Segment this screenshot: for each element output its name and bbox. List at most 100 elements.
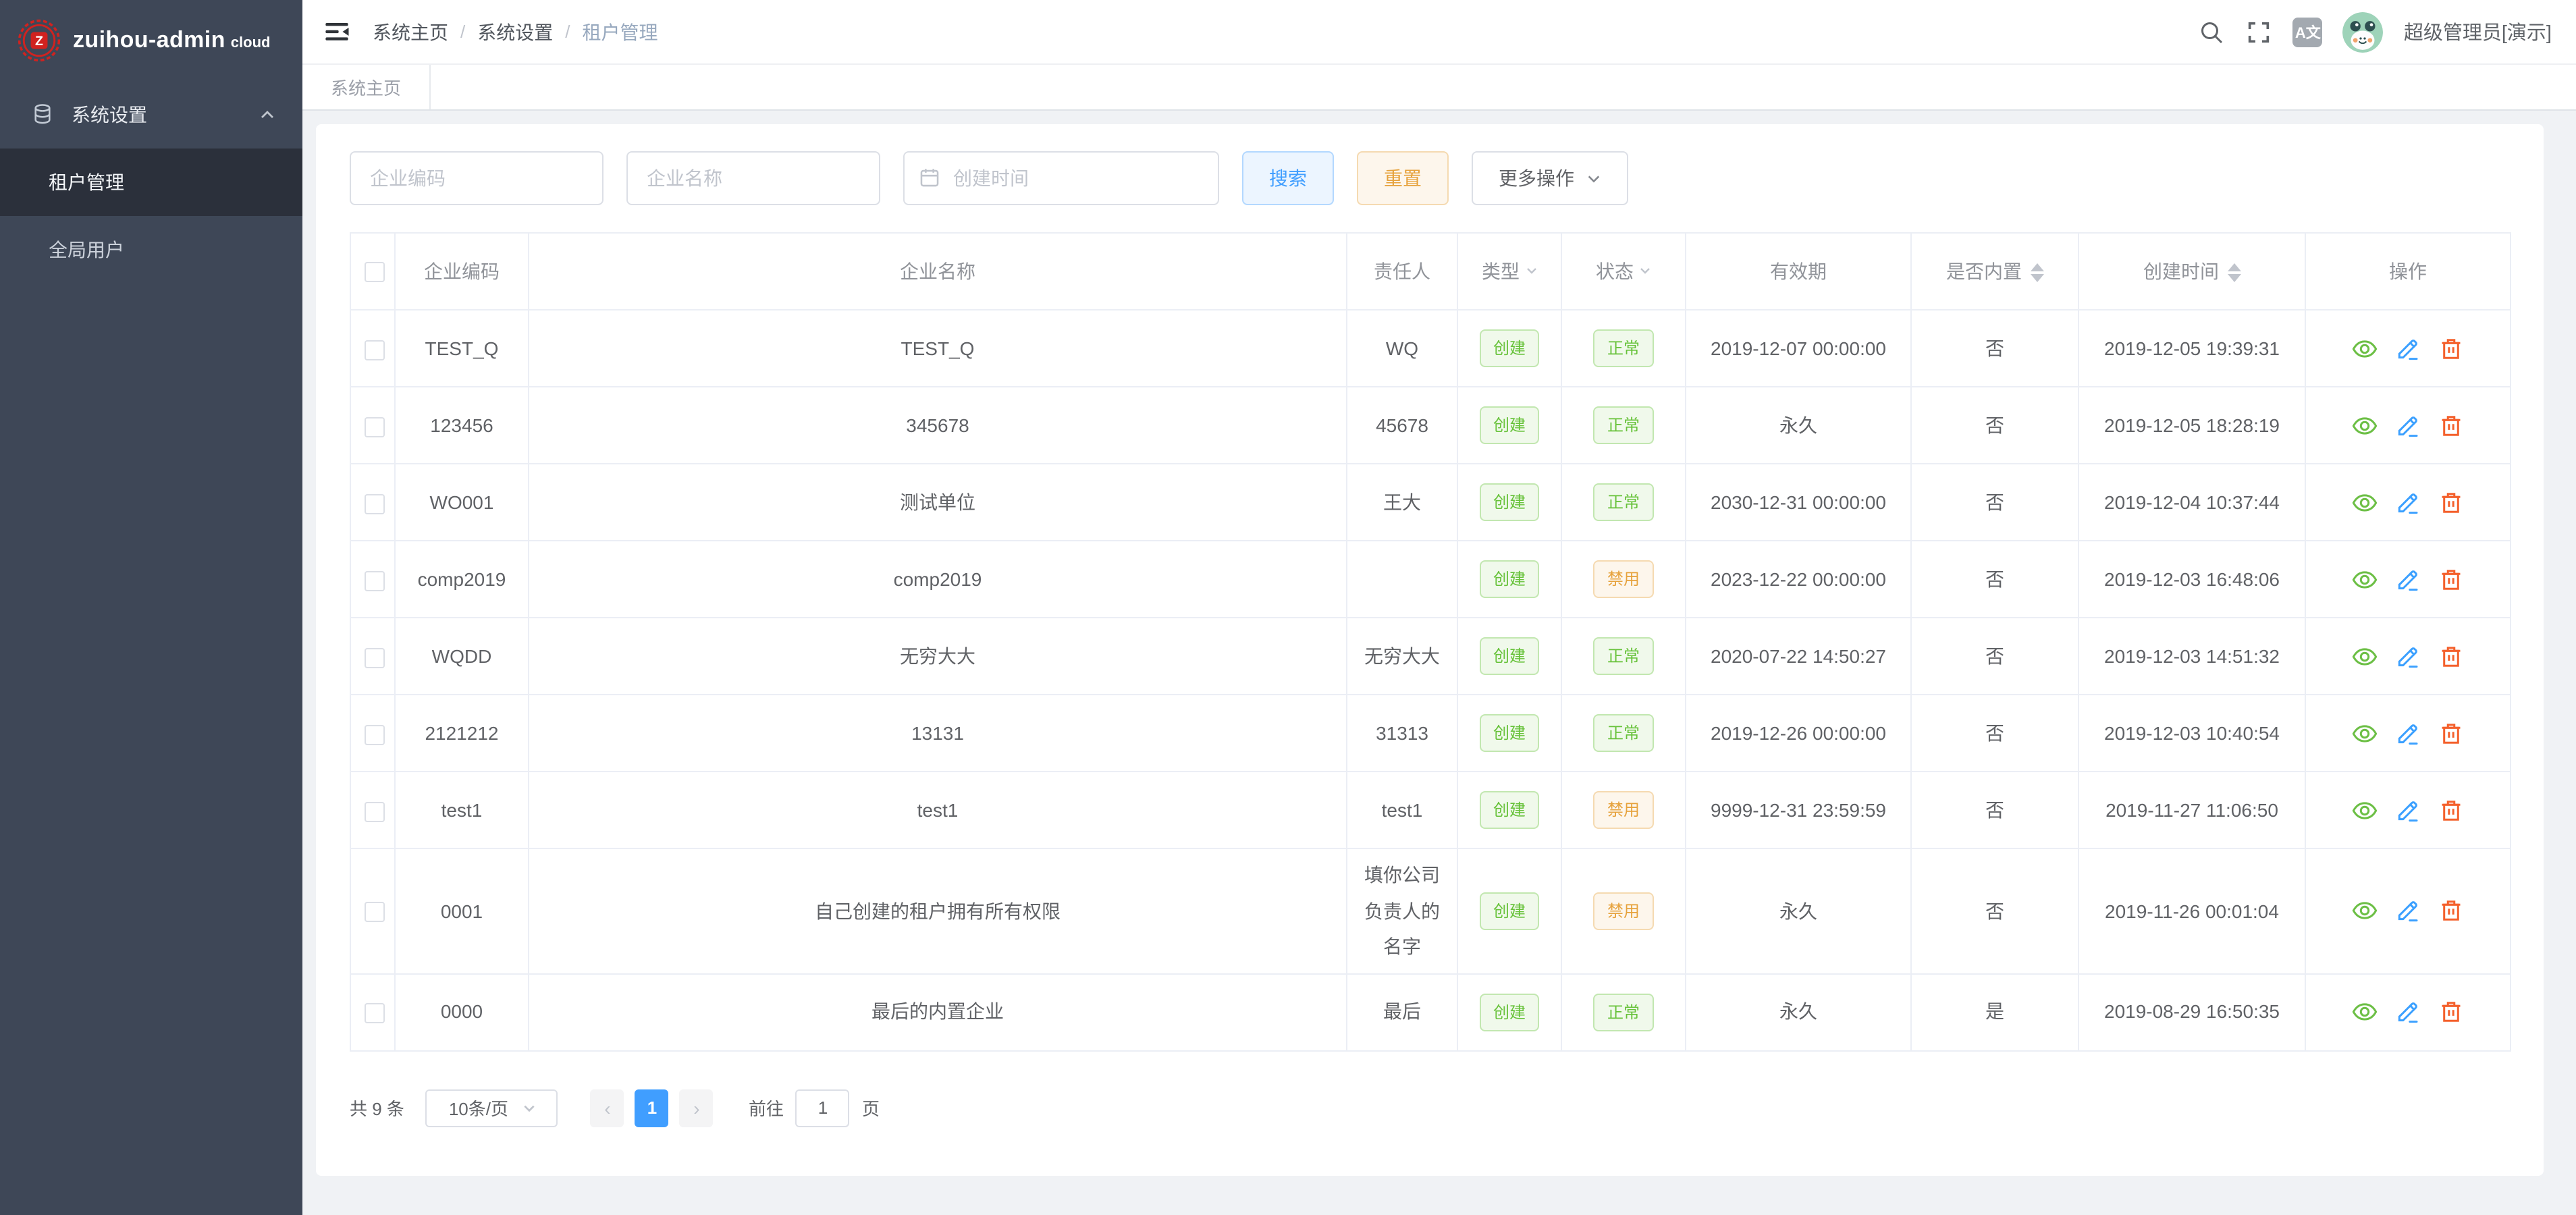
avatar[interactable] [2343, 11, 2384, 52]
row-checkbox[interactable] [365, 1004, 385, 1024]
column-header-created[interactable]: 创建时间 [2078, 233, 2305, 310]
prev-page-button[interactable]: ‹ [591, 1089, 624, 1127]
app-root: Z zuihou-admin cloud 系统设置 租户管理 [0, 0, 2576, 1215]
delete-icon[interactable] [2438, 412, 2464, 438]
edit-icon[interactable] [2395, 797, 2421, 823]
top-navbar: 系统主页 / 系统设置 / 租户管理 A文 [302, 0, 2576, 65]
cell-actions [2305, 387, 2511, 464]
view-icon[interactable] [2352, 412, 2378, 438]
goto-page-input[interactable] [796, 1089, 850, 1127]
table-row: TEST_QTEST_QWQ创建正常2019-12-07 00:00:00否20… [350, 310, 2511, 387]
edit-icon[interactable] [2395, 335, 2421, 361]
view-icon[interactable] [2352, 797, 2378, 823]
cell-builtin: 否 [1911, 310, 2078, 387]
table-row: 0000最后的内置企业最后创建正常永久是2019-08-29 16:50:35 [350, 974, 2511, 1051]
delete-icon[interactable] [2438, 1000, 2464, 1025]
search-button[interactable]: 搜索 [1242, 151, 1334, 205]
column-label: 操作 [2389, 261, 2427, 282]
delete-icon[interactable] [2438, 898, 2464, 924]
column-label: 类型 [1482, 261, 1520, 282]
row-checkbox[interactable] [365, 647, 385, 668]
edit-icon[interactable] [2395, 643, 2421, 669]
delete-icon[interactable] [2438, 489, 2464, 515]
cell-code: WO001 [395, 464, 529, 541]
view-icon[interactable] [2352, 335, 2378, 361]
tab-system-home[interactable]: 系统主页 [302, 65, 431, 109]
sidebar-item-system-settings[interactable]: 系统设置 [0, 81, 302, 148]
view-icon[interactable] [2352, 720, 2378, 746]
edit-icon[interactable] [2395, 898, 2421, 924]
column-header-validity: 有效期 [1686, 233, 1911, 310]
create-time-input[interactable] [903, 151, 1219, 205]
view-icon[interactable] [2352, 489, 2378, 515]
row-checkbox[interactable] [365, 724, 385, 745]
column-header-actions: 操作 [2305, 233, 2511, 310]
view-icon[interactable] [2352, 1000, 2378, 1025]
cell-actions [2305, 618, 2511, 695]
delete-icon[interactable] [2438, 643, 2464, 669]
table-row: WQDD无穷大大无穷大大创建正常2020-07-22 14:50:27否2019… [350, 618, 2511, 695]
cell-validity: 2020-07-22 14:50:27 [1686, 618, 1911, 695]
app-title-badge: cloud [231, 34, 271, 51]
search-icon[interactable] [2199, 18, 2226, 45]
current-user-name[interactable]: 超级管理员[演示] [2404, 18, 2552, 46]
column-header-type[interactable]: 类型 [1457, 233, 1561, 310]
type-tag: 创建 [1480, 791, 1539, 829]
row-checkbox[interactable] [365, 902, 385, 923]
breadcrumb-item[interactable]: 系统主页 [373, 18, 448, 45]
row-checkbox[interactable] [365, 570, 385, 591]
row-checkbox[interactable] [365, 493, 385, 514]
column-header-status[interactable]: 状态 [1561, 233, 1686, 310]
company-code-input[interactable] [350, 151, 603, 205]
sidebar-item-global-users[interactable]: 全局用户 [0, 216, 302, 284]
app-title: zuihou-admin [73, 27, 225, 54]
more-actions-button[interactable]: 更多操作 [1472, 151, 1628, 205]
language-switch-icon[interactable]: A文 [2293, 17, 2323, 47]
view-icon[interactable] [2352, 566, 2378, 592]
column-header-select[interactable] [350, 233, 395, 310]
column-header-builtin[interactable]: 是否内置 [1911, 233, 2078, 310]
breadcrumb-item[interactable]: 系统设置 [477, 18, 553, 45]
table-row: WO001测试单位王大创建正常2030-12-31 00:00:00否2019-… [350, 464, 2511, 541]
cell-select [350, 695, 395, 772]
cell-status: 正常 [1561, 464, 1686, 541]
company-name-input[interactable] [626, 151, 880, 205]
page-number-button[interactable]: 1 [635, 1089, 669, 1127]
select-all-checkbox[interactable] [365, 263, 385, 283]
cell-code: WQDD [395, 618, 529, 695]
cell-type: 创建 [1457, 464, 1561, 541]
cell-select [350, 974, 395, 1051]
edit-icon[interactable] [2395, 412, 2421, 438]
page-size-select[interactable]: 10条/页 [426, 1089, 558, 1127]
delete-icon[interactable] [2438, 335, 2464, 361]
edit-icon[interactable] [2395, 1000, 2421, 1025]
delete-icon[interactable] [2438, 720, 2464, 746]
row-checkbox[interactable] [365, 416, 385, 437]
hamburger-collapse-icon[interactable] [323, 18, 351, 46]
sidebar-item-tenant-management[interactable]: 租户管理 [0, 148, 302, 216]
status-tag: 禁用 [1594, 892, 1653, 930]
column-label: 企业编码 [424, 261, 500, 282]
page-content: 搜索 重置 更多操作 [302, 111, 2576, 1215]
cell-code: 123456 [395, 387, 529, 464]
sidebar-item-label: 租户管理 [49, 171, 124, 193]
delete-icon[interactable] [2438, 797, 2464, 823]
cell-status: 禁用 [1561, 848, 1686, 974]
logo-z-icon: Z [18, 19, 61, 62]
fullscreen-icon[interactable] [2246, 18, 2273, 45]
cell-status: 正常 [1561, 387, 1686, 464]
edit-icon[interactable] [2395, 566, 2421, 592]
status-tag: 正常 [1594, 329, 1653, 367]
next-page-button[interactable]: › [680, 1089, 714, 1127]
reset-button[interactable]: 重置 [1357, 151, 1449, 205]
row-checkbox[interactable] [365, 340, 385, 360]
edit-icon[interactable] [2395, 720, 2421, 746]
view-icon[interactable] [2352, 898, 2378, 924]
cell-validity: 永久 [1686, 974, 1911, 1051]
cell-type: 创建 [1457, 387, 1561, 464]
row-checkbox[interactable] [365, 801, 385, 821]
edit-icon[interactable] [2395, 489, 2421, 515]
view-icon[interactable] [2352, 643, 2378, 669]
column-label: 有效期 [1770, 261, 1827, 282]
delete-icon[interactable] [2438, 566, 2464, 592]
